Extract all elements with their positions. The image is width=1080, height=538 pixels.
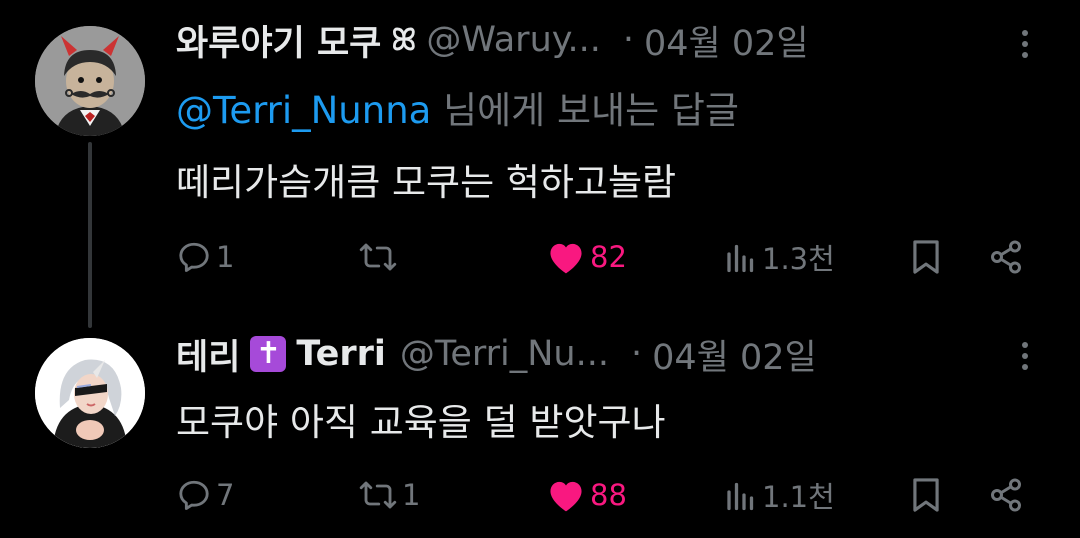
views-count: 1.1천 (762, 480, 835, 514)
share-button[interactable] (988, 470, 1024, 520)
heart-filled-icon (550, 243, 582, 274)
name-decoration-icon: ꕤ (391, 22, 417, 58)
share-button[interactable] (988, 232, 1024, 282)
like-button[interactable]: 88 (546, 470, 627, 520)
avatar[interactable] (35, 26, 145, 136)
reply-count: 7 (216, 478, 235, 512)
views-count: 1.3천 (762, 242, 835, 276)
handle[interactable]: @Terri_Nu... (400, 334, 609, 374)
reply-to-line: @Terri_Nunna 님에게 보내는 답글 (176, 80, 739, 134)
tweet-actions: 1 82 1.3천 (176, 232, 1040, 282)
reply-button[interactable]: 1 (176, 232, 234, 282)
share-icon (991, 478, 1021, 512)
bookmark-button[interactable] (910, 470, 942, 520)
retweet-icon (359, 481, 397, 509)
views-chart-icon (727, 244, 754, 273)
tweet-header: 와루야기 모쿠 ꕤ @Waruy... · 04월 02일 (176, 15, 1040, 65)
display-name[interactable]: 테리 (176, 329, 240, 380)
tweet-1[interactable]: 와루야기 모쿠 ꕤ @Waruy... · 04월 02일 @Terri_Nun… (0, 0, 1080, 320)
views-chart-icon (727, 482, 754, 511)
heart-filled-icon (550, 481, 582, 512)
share-icon (991, 240, 1021, 274)
bookmark-icon (913, 240, 939, 274)
tweet-actions: 7 1 88 1.1천 (176, 470, 1040, 520)
tweet-text: 떼리가슴개큼 모쿠는 헉하고놀람 (176, 161, 677, 204)
views-button[interactable]: 1.1천 (724, 470, 835, 520)
reply-count: 1 (216, 240, 235, 274)
tweet-header: 테리 ✝ Terri @Terri_Nu... · 04월 02일 (176, 329, 1040, 379)
more-vertical-icon[interactable] (1020, 342, 1030, 372)
mention-link[interactable]: @Terri_Nunna (176, 89, 431, 132)
separator-dot: · (631, 334, 643, 374)
retweet-button[interactable]: 1 (358, 470, 420, 520)
reply-to-suffix: 님에게 보내는 답글 (431, 89, 739, 132)
like-count: 82 (590, 240, 627, 274)
retweet-icon (359, 243, 397, 271)
reply-icon (179, 242, 209, 272)
cross-emoji-icon: ✝ (250, 336, 287, 372)
retweet-button[interactable] (358, 232, 402, 282)
display-name[interactable]: 와루야기 모쿠 (176, 15, 381, 66)
reply-icon (179, 480, 209, 510)
bookmark-icon (913, 478, 939, 512)
avatar[interactable] (35, 338, 145, 448)
retweet-count: 1 (402, 478, 421, 512)
bookmark-button[interactable] (910, 232, 942, 282)
like-button[interactable]: 82 (546, 232, 627, 282)
reply-button[interactable]: 7 (176, 470, 234, 520)
separator-dot: · (622, 20, 634, 60)
tweet-2[interactable]: 테리 ✝ Terri @Terri_Nu... · 04월 02일 모쿠야 아직… (0, 320, 1080, 538)
tweet-text: 모쿠야 아직 교육을 덜 받앗구나 (176, 401, 666, 444)
handle[interactable]: @Waruy... (426, 20, 601, 60)
like-count: 88 (590, 478, 627, 512)
display-name-suffix[interactable]: Terri (296, 334, 385, 374)
tweet-date[interactable]: 04월 02일 (644, 15, 809, 66)
tweet-date[interactable]: 04월 02일 (652, 329, 817, 380)
views-button[interactable]: 1.3천 (724, 232, 835, 282)
more-vertical-icon[interactable] (1020, 30, 1030, 60)
